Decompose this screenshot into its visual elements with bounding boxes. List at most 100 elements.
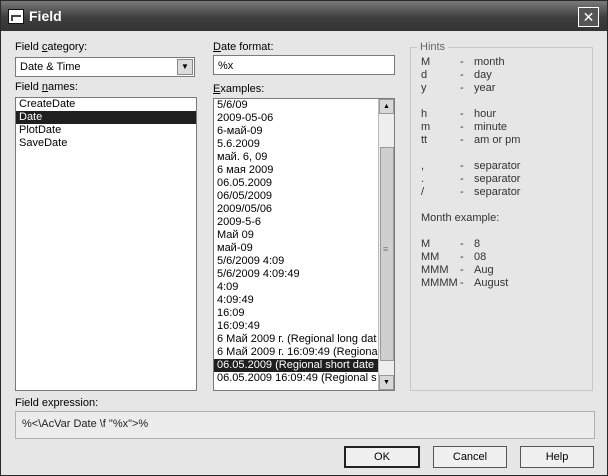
- close-button[interactable]: ✕: [578, 7, 599, 27]
- field-names-list[interactable]: CreateDate Date PlotDate SaveDate: [15, 97, 197, 391]
- hint-v: month: [474, 56, 505, 68]
- hint-d: -: [460, 69, 464, 81]
- month-d: -: [460, 264, 464, 276]
- hint-row: tt - am or pm: [421, 134, 591, 147]
- field-category-label: Field category:: [15, 41, 88, 53]
- hint-v: separator: [474, 186, 521, 198]
- examples-label: Examples:: [213, 83, 265, 95]
- hint-d: -: [460, 121, 464, 133]
- hint-k: .: [421, 173, 425, 185]
- hint-row: m - minute: [421, 121, 591, 134]
- example-item[interactable]: 5/6/2009 4:09:49: [214, 268, 378, 281]
- example-item[interactable]: 06.05.2009 (Regional short date: [214, 359, 378, 372]
- month-row: MM -08: [421, 251, 591, 264]
- month-k: M: [421, 238, 431, 250]
- hint-row: y - year: [421, 82, 591, 95]
- month-d: -: [460, 251, 464, 263]
- hint-d: -: [460, 56, 464, 68]
- example-item[interactable]: Май 09: [214, 229, 378, 242]
- hint-row: . - separator: [421, 173, 591, 186]
- field-name-item[interactable]: PlotDate: [16, 124, 196, 137]
- example-item[interactable]: 16:09:49: [214, 320, 378, 333]
- date-format-input[interactable]: %x: [213, 55, 395, 75]
- hint-row: d - day: [421, 69, 591, 82]
- scroll-down-icon[interactable]: ▼: [379, 375, 394, 390]
- date-format-value: %x: [218, 60, 234, 72]
- month-row: M -8: [421, 238, 591, 251]
- scroll-up-icon[interactable]: ▲: [379, 99, 394, 114]
- hint-v: year: [474, 82, 496, 94]
- field-name-item[interactable]: CreateDate: [16, 98, 196, 111]
- example-item[interactable]: 4:09:49: [214, 294, 378, 307]
- hint-d: -: [460, 173, 464, 185]
- date-format-label: Date format:: [213, 41, 274, 53]
- field-expression-value: %<\AcVar Date \f "%x">%: [22, 418, 149, 430]
- example-item[interactable]: 6 Май 2009 г. (Regional long dat: [214, 333, 378, 346]
- month-k: MM: [421, 251, 440, 263]
- example-item[interactable]: 5.6.2009: [214, 138, 378, 151]
- examples-scrollbar[interactable]: ▲ ▼: [378, 99, 394, 390]
- title-bar[interactable]: Field ✕: [1, 1, 607, 31]
- example-item[interactable]: 5/6/2009 4:09: [214, 255, 378, 268]
- hint-v: separator: [474, 173, 521, 185]
- hint-d: -: [460, 160, 464, 172]
- example-item[interactable]: 16:09: [214, 307, 378, 320]
- month-v: Aug: [474, 264, 494, 276]
- hint-k: ,: [421, 160, 425, 172]
- hint-k: h: [421, 108, 428, 120]
- hint-v: am or pm: [474, 134, 521, 146]
- hint-k: /: [421, 186, 425, 198]
- hint-k: M: [421, 56, 431, 68]
- hint-v: hour: [474, 108, 497, 120]
- hint-d: -: [460, 134, 464, 146]
- example-item[interactable]: 06/05/2009: [214, 190, 378, 203]
- cancel-button[interactable]: Cancel: [433, 446, 507, 468]
- example-item[interactable]: май-09: [214, 242, 378, 255]
- example-item[interactable]: май. 6, 09: [214, 151, 378, 164]
- hint-row: h - hour: [421, 108, 591, 121]
- field-names-label: Field names:: [15, 81, 78, 93]
- example-item[interactable]: 06.05.2009 16:09:49 (Regional s: [214, 372, 378, 385]
- hint-v: separator: [474, 160, 521, 172]
- field-name-item[interactable]: Date: [16, 111, 196, 124]
- ok-button[interactable]: OK: [344, 446, 420, 468]
- month-row: MMMM - August: [421, 277, 591, 290]
- hint-d: -: [460, 82, 464, 94]
- hint-d: -: [460, 108, 464, 120]
- hint-k: m: [421, 121, 431, 133]
- close-icon: ✕: [582, 9, 595, 25]
- month-d: -: [460, 238, 464, 250]
- chevron-down-icon[interactable]: ▼: [177, 59, 193, 75]
- field-expression-box: %<\AcVar Date \f "%x">%: [15, 411, 595, 439]
- help-button[interactable]: Help: [520, 446, 594, 468]
- example-item[interactable]: 4:09: [214, 281, 378, 294]
- scroll-thumb[interactable]: [380, 147, 394, 361]
- hints-title: Hints: [417, 41, 449, 53]
- hint-row: / - separator: [421, 186, 591, 199]
- month-k: MMM: [421, 264, 449, 276]
- example-item[interactable]: 6 Май 2009 г. 16:09:49 (Regiona: [214, 346, 378, 359]
- field-dialog: Field ✕ Field category: Date & Time ▼ Fi…: [0, 0, 608, 476]
- hint-v: minute: [474, 121, 508, 133]
- hint-row: , - separator: [421, 160, 591, 173]
- example-item[interactable]: 06.05.2009: [214, 177, 378, 190]
- hint-row: M - month: [421, 56, 591, 69]
- month-k: MMMM: [421, 277, 458, 289]
- field-name-item[interactable]: SaveDate: [16, 137, 196, 150]
- month-row: MMM - Aug: [421, 264, 591, 277]
- examples-list[interactable]: 5/6/09 2009-05-06 6-май-09 5.6.2009 май. 6, …: [213, 98, 395, 391]
- examples-items: 5/6/09 2009-05-06 6-май-09 5.6.2009 май. 6, …: [214, 99, 378, 385]
- example-item[interactable]: 2009/05/06: [214, 203, 378, 216]
- example-item[interactable]: 6-май-09: [214, 125, 378, 138]
- example-item[interactable]: 2009-5-6: [214, 216, 378, 229]
- window-title: Field: [29, 8, 62, 24]
- month-d: -: [460, 277, 464, 289]
- example-item[interactable]: 6 мая 2009: [214, 164, 378, 177]
- hint-k: tt: [421, 134, 428, 146]
- month-v: August: [474, 277, 509, 289]
- example-item[interactable]: 5/6/09: [214, 99, 378, 112]
- field-category-select[interactable]: Date & Time ▼: [15, 57, 195, 77]
- example-item[interactable]: 2009-05-06: [214, 112, 378, 125]
- hint-d: -: [460, 186, 464, 198]
- month-example-label: Month example:: [421, 212, 500, 224]
